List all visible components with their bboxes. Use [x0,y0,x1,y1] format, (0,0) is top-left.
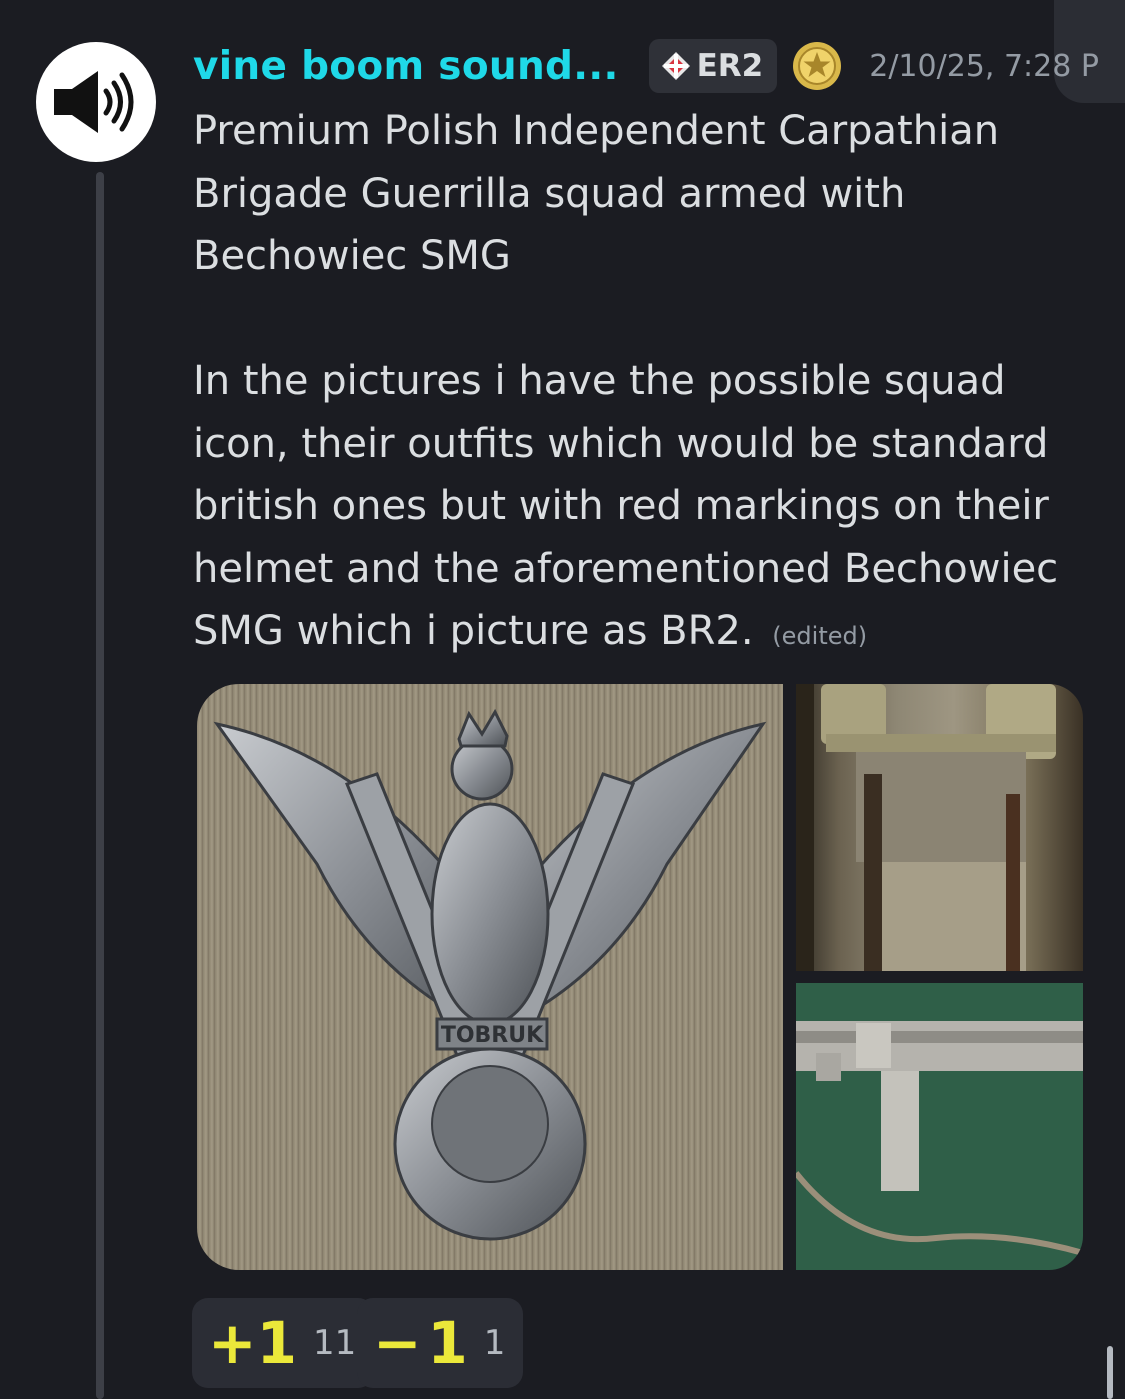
reaction-emoji: +1 [208,1309,297,1377]
reaction-count: 11 [312,1323,357,1363]
speaker-icon [54,71,134,133]
edited-label: (edited) [772,622,868,650]
server-tag[interactable]: ER2 [648,39,778,93]
scrollbar[interactable] [1107,1346,1113,1399]
attachment-smg[interactable] [796,983,1083,1270]
timestamp: 2/10/25, 7:28 P [869,48,1099,84]
username[interactable]: vine boom sound... [193,44,619,89]
reaction-emoji: − 1 [373,1309,468,1377]
message-paragraph: Premium Polish Independent Carpathian Br… [193,108,1000,279]
tag-label: ER2 [696,48,764,84]
reaction-minus-one[interactable]: − 1 1 [357,1298,524,1388]
message-paragraph: In the pictures i have the possible squa… [193,350,1093,668]
gold-badge-icon[interactable] [791,40,843,92]
diamond-icon [661,52,690,80]
eagle-badge-image: TOBRUK [213,708,767,1241]
avatar[interactable] [36,42,156,162]
attachment-uniform[interactable] [796,684,1083,971]
thread-line [96,172,104,1399]
badge-inscription: TOBRUK [441,1023,544,1048]
attachment-eagle-badge[interactable]: TOBRUK [197,684,783,1270]
message-content: Premium Polish Independent Carpathian Br… [193,100,1093,668]
smg-image [796,1021,1083,1256]
uniform-image [796,684,1056,971]
reaction-count: 1 [483,1323,506,1363]
reaction-plus-one[interactable]: +1 11 [192,1298,375,1388]
message-text: In the pictures i have the possible squa… [193,358,1059,654]
message-header: vine boom sound... ER2 2/10/25, 7:28 P [193,36,1099,96]
